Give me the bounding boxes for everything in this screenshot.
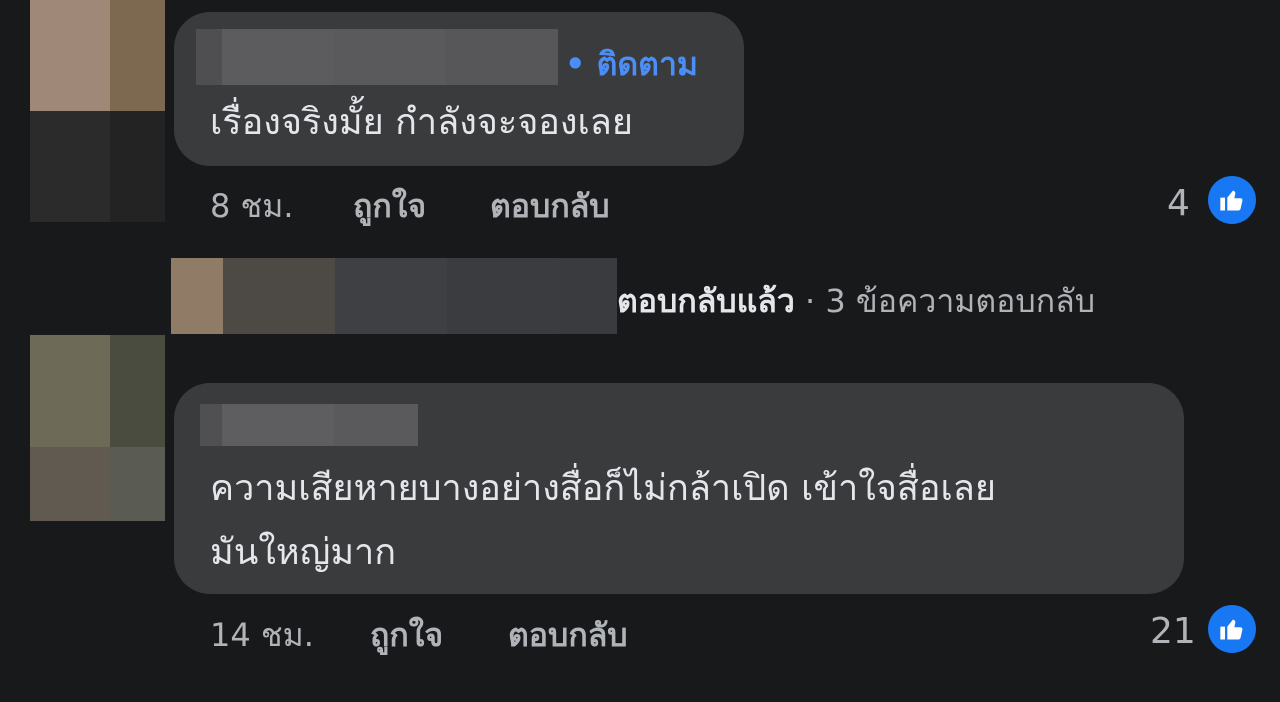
comment-timestamp[interactable]: 14 ชม. [210, 615, 314, 655]
reply-author-avatar-blurred[interactable] [171, 258, 617, 334]
like-button[interactable]: ถูกใจ [353, 186, 426, 226]
comment-text-line-1: ความเสียหายบางอย่างสื่อก็ไม่กล้าเปิด เข้… [210, 468, 996, 509]
follow-link[interactable]: • ติดตาม [565, 44, 698, 84]
thumbs-up-icon[interactable] [1208, 176, 1256, 224]
comment-text: เรื่องจริงมั้ย กำลังจะจองเลย [210, 102, 633, 143]
commenter-name-blurred[interactable] [196, 29, 558, 85]
commenter-avatar[interactable] [30, 335, 165, 521]
view-replies-link[interactable]: ตอบกลับแล้ว · 3 ข้อความตอบกลับ [617, 280, 1095, 322]
commenter-avatar[interactable] [30, 0, 165, 222]
thumbs-up-icon[interactable] [1208, 605, 1256, 653]
reply-count: · 3 ข้อความตอบกลับ [794, 282, 1095, 320]
comment-timestamp[interactable]: 8 ชม. [210, 186, 294, 226]
reply-button[interactable]: ตอบกลับ [490, 186, 610, 226]
like-count[interactable]: 21 [1150, 612, 1196, 652]
like-button[interactable]: ถูกใจ [370, 615, 443, 655]
commenter-name-blurred[interactable] [200, 404, 418, 446]
comment-text-line-2: มันใหญ่มาก [210, 532, 397, 573]
like-count[interactable]: 4 [1167, 184, 1190, 224]
replied-label: ตอบกลับแล้ว [617, 282, 795, 320]
reply-button[interactable]: ตอบกลับ [508, 615, 628, 655]
